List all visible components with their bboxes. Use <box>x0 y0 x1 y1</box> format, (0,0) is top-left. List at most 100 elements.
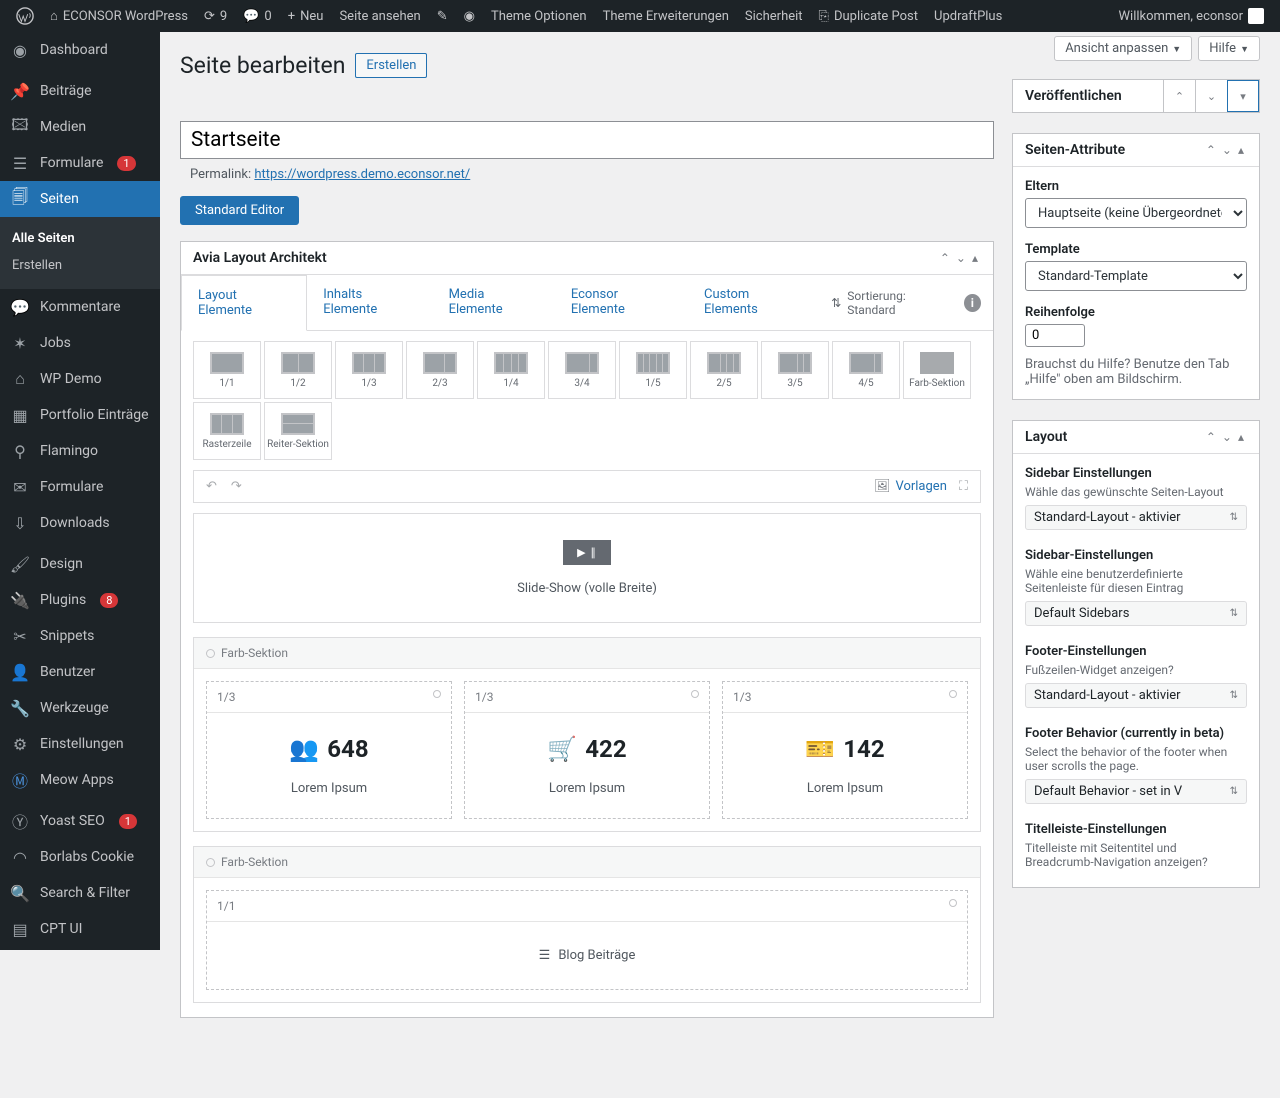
footer-select[interactable]: Standard-Layout - aktivier⇅ <box>1025 683 1247 708</box>
standard-editor-button[interactable]: Standard Editor <box>180 196 299 225</box>
col-handle[interactable] <box>433 690 441 698</box>
sidebar1-select[interactable]: Standard-Layout - aktivier⇅ <box>1025 505 1247 530</box>
element-4-5[interactable]: 4/5 <box>832 341 900 399</box>
footer-behavior-select[interactable]: Default Behavior - set in V⇅ <box>1025 779 1247 804</box>
menu-searchfilter[interactable]: 🔍Search & Filter <box>0 875 160 911</box>
create-button[interactable]: Erstellen <box>355 53 427 78</box>
tab-custom-elements[interactable]: Custom Elements <box>688 275 819 330</box>
tab-econsor-elements[interactable]: Econsor Elemente <box>555 275 688 330</box>
theme-ext-link[interactable]: Theme Erweiterungen <box>595 0 737 32</box>
element-color-section[interactable]: Farb-Sektion <box>903 341 971 399</box>
publish-down[interactable]: ⌄ <box>1195 80 1227 112</box>
menu-comments[interactable]: 💬Kommentare <box>0 289 160 325</box>
site-name-link[interactable]: ⌂ECONSOR WordPress <box>42 0 196 32</box>
menu-posts[interactable]: 📌Beiträge <box>0 73 160 109</box>
col-handle[interactable] <box>949 899 957 907</box>
menu-meow[interactable]: ⓂMeow Apps <box>0 762 160 798</box>
menu-snippets[interactable]: ✂Snippets <box>0 618 160 654</box>
element-2-5[interactable]: 2/5 <box>690 341 758 399</box>
menu-pages[interactable]: 🗐Seiten <box>0 181 160 217</box>
tab-content-elements[interactable]: Inhalts Elemente <box>307 275 432 330</box>
element-1-1[interactable]: 1/1 <box>193 341 261 399</box>
menu-tools[interactable]: 🔧Werkzeuge <box>0 690 160 726</box>
avia-up[interactable]: ⌃ <box>937 251 953 265</box>
sidebar2-select[interactable]: Default Sidebars⇅ <box>1025 601 1247 626</box>
tab-media-elements[interactable]: Media Elemente <box>433 275 555 330</box>
redo-button[interactable]: ↷ <box>227 477 246 496</box>
menu-design[interactable]: 🖌Design <box>0 546 160 582</box>
menu-downloads[interactable]: ⇩Downloads <box>0 505 160 541</box>
menu-forms2[interactable]: ✉Formulare <box>0 469 160 505</box>
publish-toggle[interactable]: ▾ <box>1227 80 1259 112</box>
comments-link[interactable]: 💬0 <box>235 0 280 32</box>
menu-plugins[interactable]: 🔌Plugins8 <box>0 582 160 618</box>
element-tab-section[interactable]: Reiter-Sektion <box>264 402 332 460</box>
element-1-5[interactable]: 1/5 <box>619 341 687 399</box>
menu-jobs[interactable]: ✶Jobs <box>0 325 160 361</box>
menu-users[interactable]: 👤Benutzer <box>0 654 160 690</box>
parent-select[interactable]: Hauptseite (keine Übergeordnete) <box>1025 198 1247 228</box>
element-2-3[interactable]: 2/3 <box>406 341 474 399</box>
element-1-4[interactable]: 1/4 <box>477 341 545 399</box>
menu-flamingo[interactable]: ⚲Flamingo <box>0 433 160 469</box>
canvas-col-1[interactable]: 1/3 👥648 Lorem Ipsum <box>206 681 452 819</box>
duplicate-link[interactable]: ⎘Duplicate Post <box>811 0 926 32</box>
new-link[interactable]: +Neu <box>280 0 332 32</box>
element-1-2[interactable]: 1/2 <box>264 341 332 399</box>
menu-wpdemo[interactable]: ⌂WP Demo <box>0 361 160 397</box>
updates-link[interactable]: ⟳9 <box>196 0 235 32</box>
menu-cptui[interactable]: ▤CPT UI <box>0 911 160 947</box>
permalink-link[interactable]: https://wordpress.demo.econsor.net/ <box>254 167 470 182</box>
menu-forms[interactable]: ☰Formulare1 <box>0 145 160 181</box>
menu-media[interactable]: 🖾Medien <box>0 109 160 145</box>
menu-settings[interactable]: ⚙Einstellungen <box>0 726 160 762</box>
menu-yoast[interactable]: ⓎYoast SEO1 <box>0 803 160 839</box>
help-button[interactable]: Hilfe▼ <box>1198 36 1260 61</box>
fullscreen-button[interactable]: ⛶ <box>955 477 972 496</box>
col-handle[interactable] <box>949 690 957 698</box>
order-input[interactable] <box>1025 324 1085 347</box>
publish-up[interactable]: ⌃ <box>1163 80 1195 112</box>
tab-layout-elements[interactable]: Layout Elemente <box>181 275 307 331</box>
element-1-3[interactable]: 1/3 <box>335 341 403 399</box>
undo-button[interactable]: ↶ <box>202 477 221 496</box>
attrs-up[interactable]: ⌃ <box>1203 143 1219 157</box>
col-handle[interactable] <box>691 690 699 698</box>
menu-borlabs[interactable]: ◠Borlabs Cookie <box>0 839 160 875</box>
layout-down[interactable]: ⌄ <box>1219 430 1235 444</box>
layout-up[interactable]: ⌃ <box>1203 430 1219 444</box>
canvas-slideshow[interactable]: ▶ ∥ Slide-Show (volle Breite) <box>193 513 981 623</box>
element-3-5[interactable]: 3/5 <box>761 341 829 399</box>
menu-portfolio[interactable]: ▦Portfolio Einträge <box>0 397 160 433</box>
wp-logo[interactable] <box>8 0 42 32</box>
drag-handle[interactable] <box>206 649 215 658</box>
attrs-down[interactable]: ⌄ <box>1219 143 1235 157</box>
element-3-4[interactable]: 3/4 <box>548 341 616 399</box>
security-link[interactable]: Sicherheit <box>737 0 811 32</box>
updraft-link[interactable]: UpdraftPlus <box>926 0 1010 32</box>
title-input[interactable] <box>180 121 994 159</box>
drag-handle[interactable] <box>206 858 215 867</box>
templates-button[interactable]: 🖼Vorlagen <box>874 479 947 494</box>
customize-view-button[interactable]: Ansicht anpassen▼ <box>1054 36 1192 61</box>
canvas-col-full[interactable]: 1/1 ☰Blog Beiträge <box>206 890 968 990</box>
theme-icon-1[interactable]: ✎ <box>429 0 456 32</box>
theme-options-link[interactable]: Theme Optionen <box>483 0 595 32</box>
help-icon[interactable]: i <box>964 294 981 312</box>
template-select[interactable]: Standard-Template <box>1025 261 1247 291</box>
submenu-all-pages[interactable]: Alle Seiten <box>0 225 160 252</box>
element-grid-row[interactable]: Rasterzeile <box>193 402 261 460</box>
attrs-toggle[interactable]: ▴ <box>1235 143 1247 157</box>
canvas-col-3[interactable]: 1/3 🎫142 Lorem Ipsum <box>722 681 968 819</box>
avia-toggle[interactable]: ▴ <box>969 251 981 265</box>
canvas-section-2[interactable]: Farb-Sektion 1/1 ☰Blog Beiträge <box>193 846 981 1003</box>
account-link[interactable]: Willkommen, econsor <box>1111 0 1273 32</box>
avia-down[interactable]: ⌄ <box>953 251 969 265</box>
layout-toggle[interactable]: ▴ <box>1235 430 1247 444</box>
canvas-section-1[interactable]: Farb-Sektion 1/3 👥648 Lorem Ipsum 1/3 <box>193 637 981 832</box>
view-page-link[interactable]: Seite ansehen <box>331 0 428 32</box>
sort-dropdown[interactable]: ⇅Sortierung: Standard <box>819 275 964 330</box>
canvas-col-2[interactable]: 1/3 🛒422 Lorem Ipsum <box>464 681 710 819</box>
menu-dashboard[interactable]: ◉Dashboard <box>0 32 160 68</box>
submenu-create[interactable]: Erstellen <box>0 252 160 279</box>
